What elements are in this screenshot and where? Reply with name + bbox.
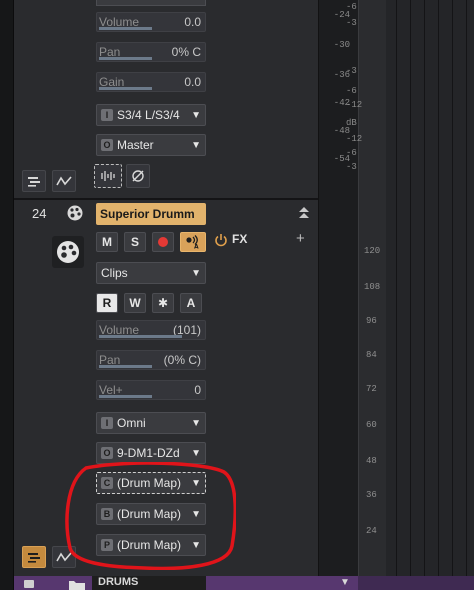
instrument-icon[interactable] [52,236,84,268]
slider-fill [99,87,152,90]
meter-side-label: -12 [346,100,363,110]
note-scale-label: 108 [364,282,381,292]
volume-slider[interactable]: Volume 0.0 [96,12,206,32]
palette-icon[interactable] [66,204,84,227]
slider-fill [99,395,152,398]
dropdown-value: Clips [101,266,128,280]
left-gutter [0,0,14,590]
input-dropdown[interactable]: I S3/4 L/S3/4 ▼ [96,104,206,126]
slider-fill [99,27,152,30]
dropdown-value: Master [117,138,154,152]
track-name-field[interactable]: Superior Drumm [96,203,206,225]
meter-side-label: -3 [346,18,357,28]
velocity-slider[interactable]: Vel+ 0 [96,380,206,400]
note-scale-label: 96 [366,316,377,326]
add-fx-button[interactable]: + [296,230,305,247]
meter-side-label: -6 [346,2,357,12]
output-badge: O [101,447,113,459]
output-dropdown[interactable]: O Master ▼ [96,134,206,156]
slider-value: 0% C [171,45,201,59]
input-badge: I [101,109,113,121]
slider-value: 0.0 [184,15,201,29]
meter-side-label: -3 [346,162,357,172]
pan-slider[interactable]: Pan 0% C [96,42,206,62]
snapshot-button[interactable]: ✱ [152,293,174,313]
note-scale-label: 60 [366,420,377,430]
grid-line [396,0,397,576]
slider-fill [99,57,152,60]
meter-label: -30 [333,40,350,50]
meter-side-label: -6 [346,86,357,96]
track-layout-icon[interactable] [22,546,46,568]
grid-line [452,0,453,576]
caret-down-icon: ▼ [191,447,201,459]
solo-button[interactable]: S [124,232,146,252]
power-icon[interactable] [214,233,228,252]
waveform-icon[interactable] [94,164,122,188]
cut-off-buttons[interactable] [96,0,206,6]
write-automation-button[interactable]: W [124,293,146,313]
caret-down-icon: ▼ [191,139,201,151]
mute-button[interactable]: M [96,232,118,252]
note-scale-label: 48 [366,456,377,466]
input-badge: I [101,417,113,429]
slider-value: (0% C) [163,353,201,367]
input-echo-button[interactable]: A [180,232,206,252]
note-scale-label: 84 [366,350,377,360]
caret-down-icon: ▼ [191,417,201,429]
record-arm-button[interactable] [152,232,174,252]
track-layout-icon[interactable] [22,170,46,192]
folder-icon [68,578,86,590]
phase-invert-icon[interactable] [126,164,150,188]
note-scale-label: 120 [364,246,381,256]
meter-side-label: -6 [346,148,357,158]
meter-side-label: -12 [346,134,363,144]
collapse-icon[interactable] [298,206,310,223]
output-badge: O [101,139,113,151]
folder-name[interactable]: DRUMS [92,576,206,590]
automation-icon[interactable] [52,170,76,192]
volume-slider[interactable]: Volume (101) [96,320,206,340]
dropdown-value: 9-DM1-DZd [117,446,180,460]
grid-line [438,0,439,576]
timeline-grid[interactable] [386,0,474,576]
track-number: 24 [32,206,47,221]
track-separator [14,198,358,200]
pan-slider[interactable]: Pan (0% C) [96,350,206,370]
slider-value: 0.0 [184,75,201,89]
grid-line [424,0,425,576]
dropdown-value: Omni [117,416,146,430]
note-scale-label: 72 [366,384,377,394]
folder-header[interactable]: DRUMS ▼ [14,576,358,590]
folder-collapse-icon[interactable] [24,580,34,588]
slider-fill [99,365,152,368]
grid-line [410,0,411,576]
meter-side-label: -3 [346,66,357,76]
slider-value: 0 [194,383,201,397]
read-automation-button[interactable]: R [96,293,118,313]
red-annotation-circle [65,462,236,570]
grid-line [466,0,467,576]
clips-dropdown[interactable]: Clips ▼ [96,262,206,284]
slider-fill [99,335,182,338]
output-dropdown[interactable]: O 9-DM1-DZd ▼ [96,442,206,464]
archive-button[interactable]: A [180,293,202,313]
gain-slider[interactable]: Gain 0.0 [96,72,206,92]
input-dropdown[interactable]: I Omni ▼ [96,412,206,434]
folder-dropdown-icon[interactable]: ▼ [340,577,350,588]
svg-text:A: A [194,244,199,249]
dropdown-value: S3/4 L/S3/4 [117,108,180,122]
fx-bin-label[interactable]: FX [232,232,247,246]
caret-down-icon: ▼ [191,267,201,279]
note-scale-label: 24 [366,526,377,536]
meter-side-label: dB [346,118,357,128]
folder-timeline-strip [358,576,474,590]
caret-down-icon: ▼ [191,109,201,121]
note-scale-label: 36 [366,490,377,500]
